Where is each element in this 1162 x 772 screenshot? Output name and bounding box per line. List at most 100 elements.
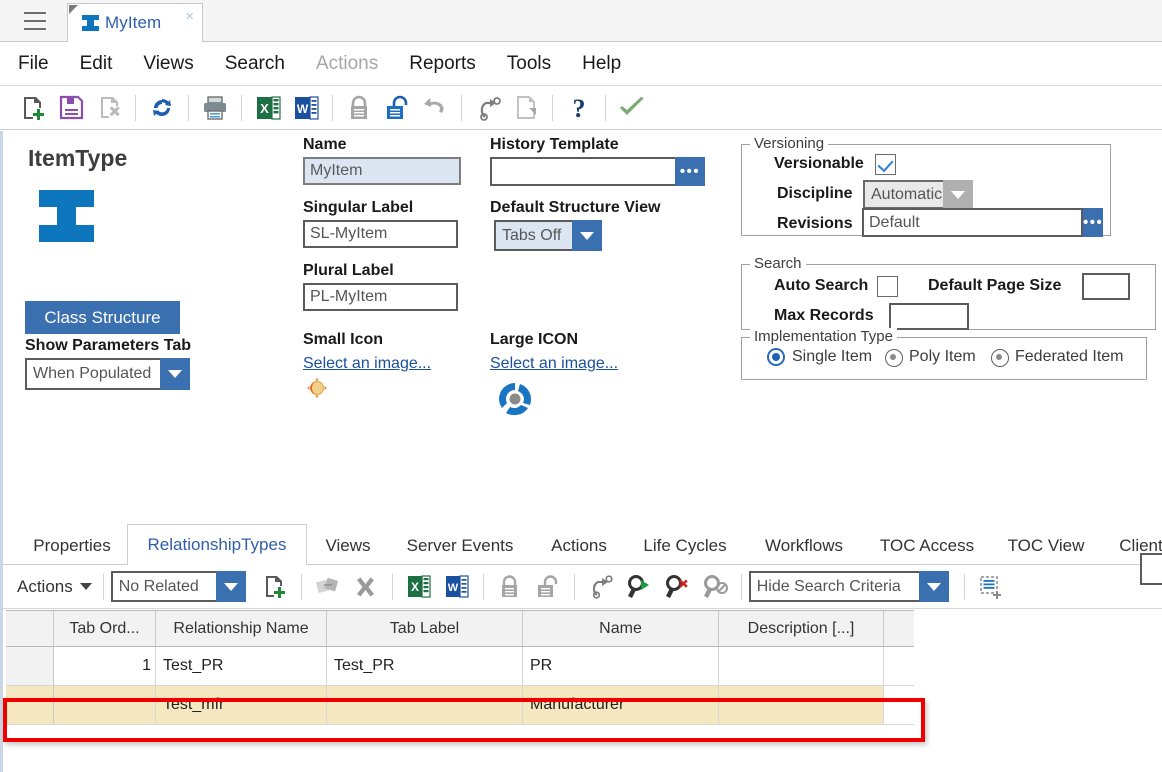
document-tab-myitem[interactable]: MyItem × [67, 3, 203, 42]
help-icon[interactable]: ? [560, 91, 598, 125]
export-excel-icon[interactable]: X [249, 91, 287, 125]
chevron-down-icon[interactable] [943, 180, 973, 209]
add-row-icon[interactable] [256, 570, 294, 604]
grid-header-selector[interactable] [6, 611, 54, 646]
chevron-down-icon[interactable] [215, 571, 246, 602]
copy-icon[interactable] [507, 91, 545, 125]
grid-header-tab-label[interactable]: Tab Label [327, 611, 523, 646]
grid-actions-dropdown[interactable]: Actions [17, 577, 92, 597]
refresh-icon[interactable] [143, 91, 181, 125]
auto-search-checkbox[interactable] [877, 276, 898, 297]
export-excel-icon[interactable]: X [400, 570, 438, 604]
unlock-icon[interactable] [378, 91, 416, 125]
unlock-icon[interactable] [529, 570, 567, 604]
radio-federated-item[interactable] [991, 349, 1009, 367]
chevron-down-icon[interactable] [918, 571, 949, 602]
cell-tab-order[interactable]: 1 [54, 647, 156, 685]
singular-label-input[interactable] [303, 220, 458, 248]
shuffle-icon[interactable] [309, 570, 347, 604]
cell-tab-order[interactable] [54, 686, 156, 724]
menu-item-file[interactable]: File [18, 53, 49, 75]
table-row[interactable]: 1 Test_PR Test_PR PR [6, 647, 914, 686]
lock-icon[interactable] [340, 91, 378, 125]
print-icon[interactable] [196, 91, 234, 125]
default-page-size-input[interactable] [1082, 273, 1130, 300]
cell-relationship-name[interactable]: Test_PR [156, 647, 327, 685]
related-filter-dropdown[interactable]: No Related [110, 571, 246, 602]
remove-row-icon[interactable] [347, 570, 385, 604]
search-criteria-dropdown[interactable]: Hide Search Criteria [748, 571, 949, 602]
tab-life-cycles[interactable]: Life Cycles [625, 525, 745, 566]
new-icon[interactable] [14, 91, 52, 125]
menu-item-search[interactable]: Search [225, 53, 285, 75]
history-template-input[interactable] [490, 157, 678, 186]
max-records-label: Max Records [774, 307, 874, 324]
revisions-field[interactable]: ••• [862, 208, 1104, 237]
cell-name[interactable]: PR [523, 647, 719, 685]
show-parameters-tab-dropdown[interactable]: When Populated [25, 358, 190, 390]
cell-description[interactable] [719, 686, 884, 724]
search-group: Search Auto Search Default Page Size Max… [741, 255, 1156, 330]
grid-header-name[interactable]: Name [523, 611, 719, 646]
radio-single-item[interactable] [767, 348, 785, 366]
delete-icon[interactable] [90, 91, 128, 125]
redo-icon[interactable] [469, 91, 507, 125]
relationship-grid: Tab Ord... Relationship Name Tab Label N… [6, 610, 914, 725]
menu-item-edit[interactable]: Edit [80, 53, 113, 75]
tab-toc-access[interactable]: TOC Access [863, 525, 991, 566]
cell-name[interactable]: Manufacturer [523, 686, 719, 724]
revisions-input[interactable] [862, 208, 1083, 237]
redo-icon[interactable] [582, 570, 620, 604]
history-template-browse-button[interactable]: ••• [675, 157, 705, 186]
table-row[interactable]: Test_mfr Manufacturer [6, 686, 914, 725]
tab-workflows[interactable]: Workflows [745, 525, 863, 566]
tab-toc-view[interactable]: TOC View [991, 525, 1101, 566]
small-icon-select-link[interactable]: Select an image... [303, 355, 431, 373]
grid-header-description[interactable]: Description [...] [719, 611, 884, 646]
cell-tab-label[interactable]: Test_PR [327, 647, 523, 685]
add-view-icon[interactable] [972, 570, 1010, 604]
default-structure-view-dropdown[interactable]: Tabs Off [494, 220, 602, 251]
cell-description[interactable] [719, 647, 884, 685]
tab-relationshiptypes[interactable]: RelationshipTypes [127, 524, 307, 566]
max-records-input[interactable] [889, 303, 969, 330]
radio-poly-item[interactable] [885, 349, 903, 367]
close-icon[interactable]: × [185, 9, 194, 24]
clear-search-icon[interactable] [658, 570, 696, 604]
cell-relationship-name[interactable]: Test_mfr [156, 686, 327, 724]
disable-search-icon[interactable] [696, 570, 734, 604]
tab-server-events[interactable]: Server Events [389, 525, 531, 566]
revisions-browse-button[interactable]: ••• [1083, 208, 1104, 237]
cell-tab-label[interactable] [327, 686, 523, 724]
small-icon-preview [306, 377, 328, 399]
row-selector[interactable] [6, 686, 54, 724]
export-word-icon[interactable]: W [438, 570, 476, 604]
check-icon[interactable] [613, 91, 651, 125]
class-structure-button[interactable]: Class Structure [25, 301, 180, 334]
search-group-label: Search [750, 255, 806, 272]
tab-views[interactable]: Views [309, 525, 387, 566]
hamburger-menu-icon[interactable] [24, 12, 46, 30]
grid-header-relationship-name[interactable]: Relationship Name [156, 611, 327, 646]
menu-item-reports[interactable]: Reports [409, 53, 476, 75]
export-word-icon[interactable]: W [287, 91, 325, 125]
discipline-dropdown[interactable]: Automatic [863, 180, 973, 209]
menu-item-views[interactable]: Views [143, 53, 193, 75]
menu-item-tools[interactable]: Tools [507, 53, 551, 75]
menu-item-help[interactable]: Help [582, 53, 621, 75]
run-search-icon[interactable] [620, 570, 658, 604]
chevron-down-icon[interactable] [160, 358, 190, 390]
chevron-down-icon[interactable] [572, 220, 602, 251]
undo-icon[interactable] [416, 91, 454, 125]
save-icon[interactable] [52, 91, 90, 125]
tab-properties[interactable]: Properties [17, 525, 127, 566]
large-icon-select-link[interactable]: Select an image... [490, 355, 618, 373]
plural-label-input[interactable] [303, 283, 458, 311]
lock-icon[interactable] [491, 570, 529, 604]
row-selector[interactable] [6, 647, 54, 685]
versionable-checkbox[interactable] [875, 154, 896, 175]
grid-header-tab-order[interactable]: Tab Ord... [54, 611, 156, 646]
tab-actions[interactable]: Actions [533, 525, 625, 566]
grid-search-input[interactable] [1140, 553, 1162, 585]
name-input[interactable] [303, 157, 461, 185]
